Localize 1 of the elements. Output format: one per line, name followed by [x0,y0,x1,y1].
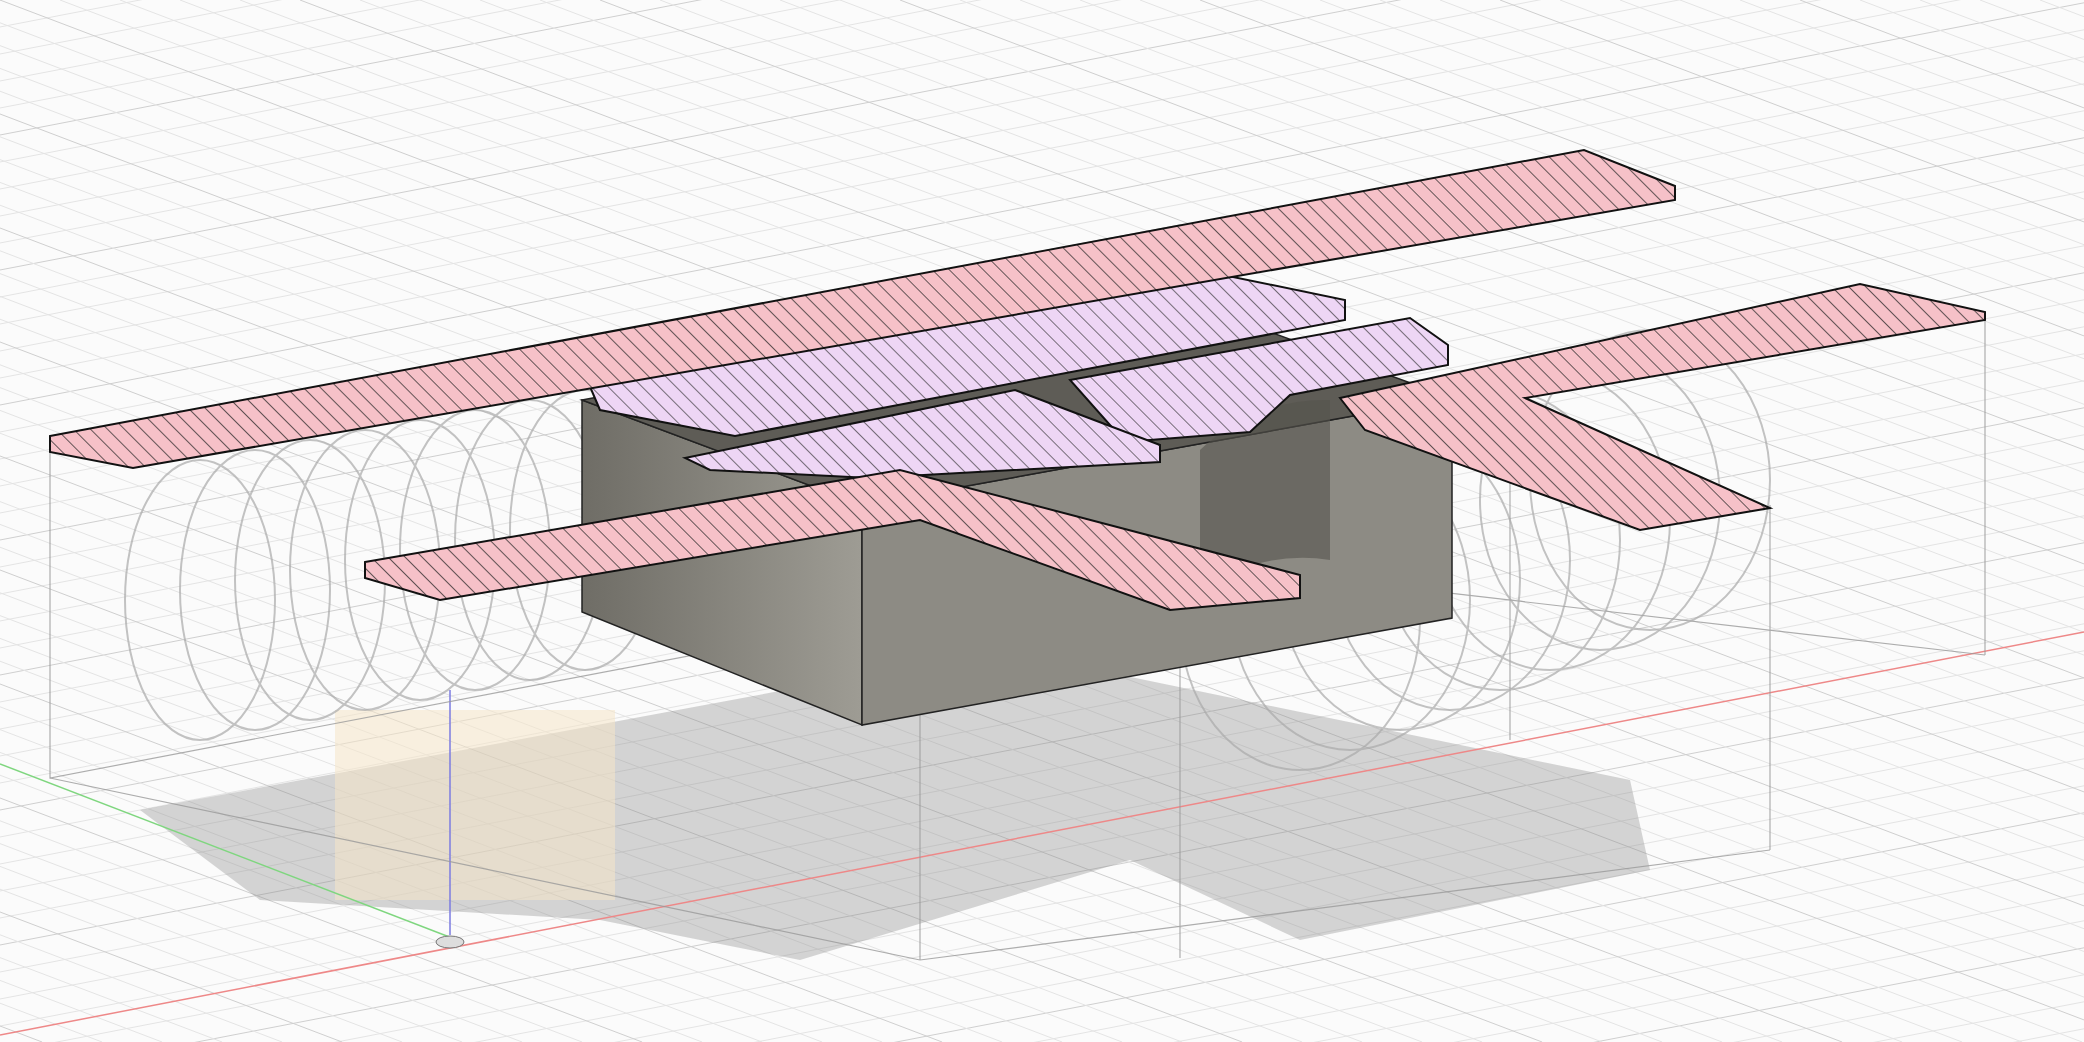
origin-icon [435,935,465,949]
